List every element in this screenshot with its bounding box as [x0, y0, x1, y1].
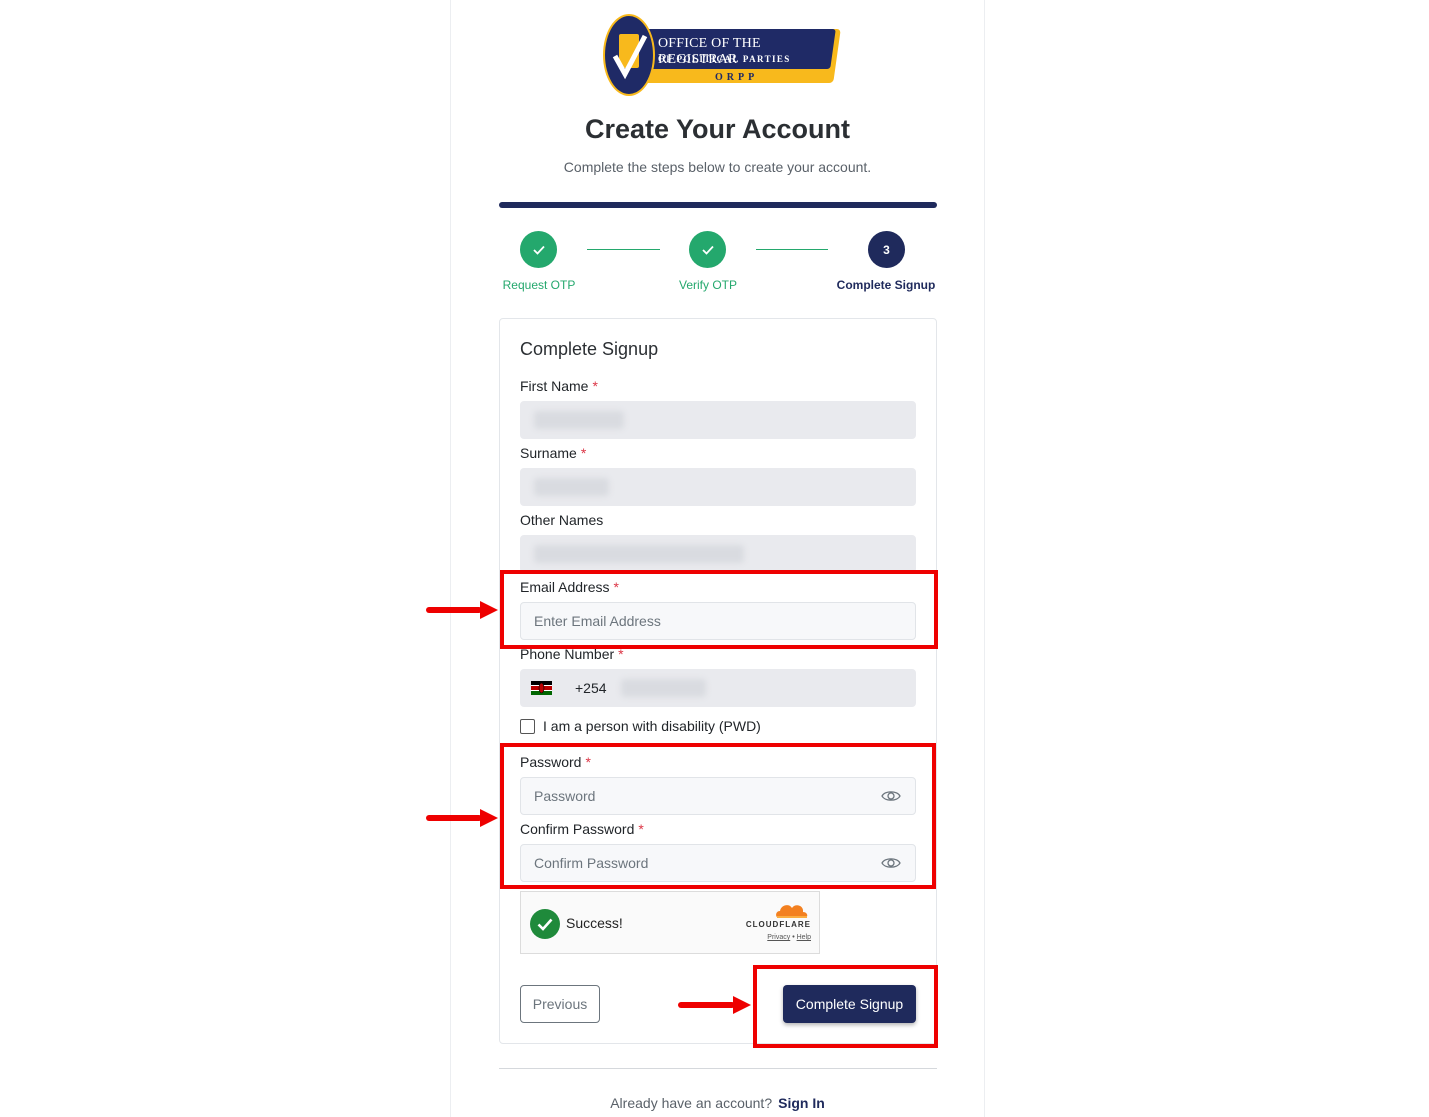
logo-text-line3: ORPP — [715, 72, 759, 83]
step-connector-2 — [756, 249, 828, 250]
required-mark: * — [580, 445, 587, 461]
orpp-logo: OFFICE OF THE REGISTRAR OF POLITICAL PAR… — [603, 12, 841, 98]
captcha-status: Success! — [566, 915, 623, 931]
phone-country-code: +254 — [575, 680, 607, 696]
first-name-label: First Name * — [520, 378, 598, 394]
page-subtitle: Complete the steps below to create your … — [563, 159, 872, 175]
step-1-label: Request OTP — [502, 278, 576, 292]
redacted-value — [534, 545, 744, 563]
pwd-label: I am a person with disability (PWD) — [543, 718, 761, 734]
check-icon — [701, 245, 714, 255]
step-3-label: Complete Signup — [836, 278, 936, 292]
cloudflare-brand: CLOUDFLARE — [745, 920, 811, 929]
captcha-links: Privacy • Help — [767, 934, 811, 941]
step-connector-1 — [587, 249, 660, 250]
progress-bar — [499, 202, 937, 208]
step-1-circle — [520, 231, 557, 268]
step-3-number: 3 — [883, 242, 890, 257]
logo-emblem — [603, 14, 655, 96]
page-title: Create Your Account — [584, 114, 851, 144]
required-mark: * — [592, 378, 598, 394]
surname-input[interactable] — [520, 468, 916, 506]
redacted-value — [534, 411, 624, 429]
check-icon — [532, 245, 545, 255]
previous-button[interactable]: Previous — [520, 985, 600, 1023]
step-3-circle: 3 — [868, 231, 905, 268]
annotation-arrow-icon — [426, 601, 498, 619]
card-title: Complete Signup — [520, 339, 659, 359]
other-names-label: Other Names — [520, 512, 604, 528]
phone-input[interactable]: +254 — [520, 669, 916, 707]
step-2-circle — [689, 231, 726, 268]
privacy-link[interactable]: Privacy — [767, 934, 790, 941]
redacted-value — [620, 679, 706, 697]
first-name-input[interactable] — [520, 401, 916, 439]
password-highlight-box — [500, 743, 936, 889]
checkmark-emblem-icon — [612, 34, 648, 80]
first-name-label-text: First Name — [520, 378, 589, 394]
footer-text: Already have an account? — [610, 1095, 773, 1111]
logo-text-line2: OF POLITICAL PARTIES — [658, 54, 791, 64]
surname-label-text: Surname — [520, 445, 577, 461]
redacted-value — [534, 478, 609, 496]
sign-in-link[interactable]: Sign In — [778, 1095, 825, 1111]
annotation-arrow-icon — [678, 996, 751, 1014]
pwd-checkbox-row[interactable]: I am a person with disability (PWD) — [520, 718, 761, 734]
cloudflare-turnstile[interactable]: Success! CLOUDFLARE Privacy • Help — [520, 891, 820, 954]
submit-highlight-box — [753, 965, 938, 1048]
kenya-flag-icon[interactable] — [531, 681, 552, 695]
footer: Already have an account? Sign In — [450, 1095, 985, 1111]
other-names-input[interactable] — [520, 535, 916, 573]
step-2-label: Verify OTP — [678, 278, 737, 292]
annotation-arrow-icon — [426, 809, 498, 827]
cloudflare-cloud-icon — [776, 905, 808, 918]
email-highlight-box — [500, 570, 938, 649]
pwd-checkbox[interactable] — [520, 718, 535, 734]
links-separator: • — [792, 934, 795, 941]
divider — [499, 1068, 937, 1069]
help-link[interactable]: Help — [797, 934, 811, 941]
success-check-icon — [530, 909, 560, 939]
surname-label: Surname * — [520, 445, 586, 461]
